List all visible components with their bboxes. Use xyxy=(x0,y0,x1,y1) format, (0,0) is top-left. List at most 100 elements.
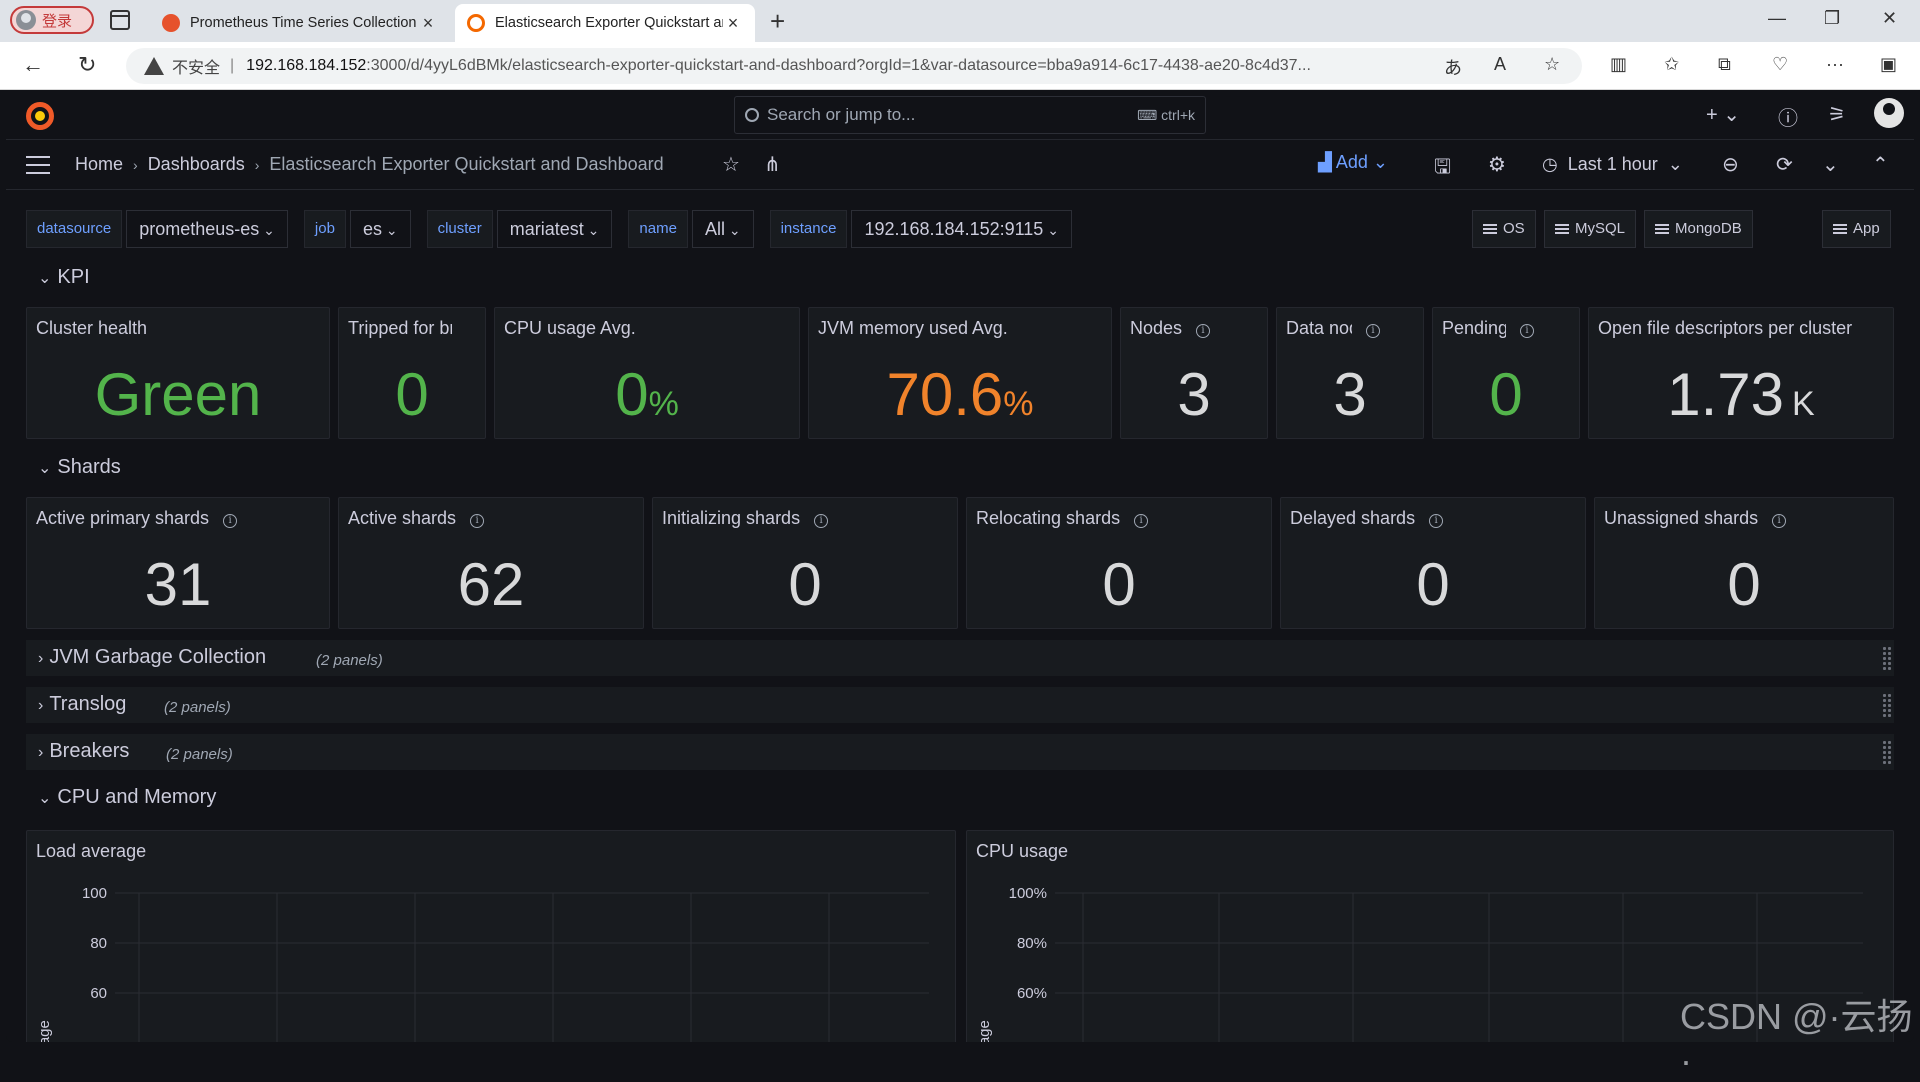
chevron-down-icon: ⌄ xyxy=(38,270,52,287)
info-icon[interactable]: i xyxy=(1772,514,1787,528)
settings-gear-icon[interactable]: ⚙ xyxy=(1488,152,1506,177)
help-icon[interactable]: ⓘ xyxy=(1778,102,1798,131)
favorite-star-icon[interactable]: ☆ xyxy=(1544,54,1560,75)
back-icon[interactable]: ← xyxy=(22,52,44,78)
dashboard-link-mongodb[interactable]: MongoDB xyxy=(1644,210,1753,248)
row-panel-count: (2 panels) xyxy=(166,746,233,763)
add-button[interactable]: ▟ Add ⌄ xyxy=(1318,152,1388,173)
save-icon[interactable]: 🖫 xyxy=(1434,152,1451,186)
variable-datasource-select[interactable]: prometheus-es xyxy=(126,210,288,248)
info-icon[interactable]: i xyxy=(470,514,485,528)
row-jvm-garbage-collection[interactable]: › JVM Garbage Collection (2 panels) xyxy=(26,640,1894,676)
stat-panel-nodes[interactable]: Nodes i 3 xyxy=(1120,307,1268,439)
browser-essentials-icon[interactable]: ♡ xyxy=(1772,54,1788,75)
drag-handle-icon[interactable] xyxy=(1882,646,1892,670)
row-header-kpi[interactable]: ⌄ KPI xyxy=(38,266,90,289)
collections-icon[interactable]: ⧉ xyxy=(1718,54,1731,75)
stat-panel-tripped-breakers[interactable]: Tripped for breakers 0 xyxy=(338,307,486,439)
collapse-chevron-up-icon[interactable]: ⌃ xyxy=(1872,152,1889,177)
dashboard-link-mysql[interactable]: MySQL xyxy=(1544,210,1637,248)
variable-job-select[interactable]: es xyxy=(349,210,411,248)
url-field[interactable]: 不安全 | 192.168.184.152 :3000/d/4yyL6dBMk/… xyxy=(126,48,1582,84)
variable-instance-select[interactable]: 192.168.184.152:9115 xyxy=(851,210,1072,248)
close-tab-icon[interactable]: × xyxy=(418,13,438,34)
drag-handle-icon[interactable] xyxy=(1882,693,1892,717)
close-tab-icon[interactable]: × xyxy=(723,13,743,34)
browser-tab-elasticsearch[interactable]: Elasticsearch Exporter Quickstart and Da… xyxy=(455,4,755,42)
search-icon xyxy=(745,108,759,122)
variable-name-select[interactable]: All xyxy=(691,210,754,248)
profile-label: 登录 xyxy=(42,12,73,30)
row-header-shards[interactable]: ⌄ Shards xyxy=(38,456,121,479)
row-header-cpu-memory[interactable]: ⌄ CPU and Memory xyxy=(38,786,216,809)
chart-panel-load-average[interactable]: Load average 100 80 60 usage xyxy=(26,830,956,1042)
stat-panel-active-shards[interactable]: Active shards i 62 xyxy=(338,497,644,629)
row-breakers[interactable]: › Breakers (2 panels) xyxy=(26,734,1894,770)
add-label: Add xyxy=(1335,152,1368,172)
panel-title: CPU usage Avg. xyxy=(504,318,636,338)
new-plus-icon[interactable]: + ⌄ xyxy=(1706,102,1740,127)
info-icon[interactable]: i xyxy=(1520,324,1534,338)
info-icon[interactable]: i xyxy=(1196,324,1211,338)
more-menu-icon[interactable]: ··· xyxy=(1826,54,1844,75)
stat-panel-jvm-memory[interactable]: JVM memory used Avg. 70.6% xyxy=(808,307,1112,439)
stat-panel-cluster-health[interactable]: Cluster health Green xyxy=(26,307,330,439)
share-icon[interactable]: ⋔ xyxy=(764,152,781,177)
info-icon[interactable]: i xyxy=(223,514,238,528)
browser-tab-prometheus[interactable]: Prometheus Time Series Collection × xyxy=(150,4,450,42)
info-icon[interactable]: i xyxy=(1366,324,1380,338)
grafana-logo-icon[interactable] xyxy=(26,102,54,130)
grafana-top-nav: Search or jump to... ⌨ ctrl+k + ⌄ ⓘ ⚞ xyxy=(6,90,1914,140)
stat-value: 0 xyxy=(1489,361,1523,428)
restore-icon[interactable]: ❐ xyxy=(1824,8,1840,29)
info-icon[interactable]: i xyxy=(1134,514,1149,528)
user-avatar[interactable] xyxy=(1874,98,1904,128)
time-picker-button[interactable]: ◷ Last 1 hour ⌄ xyxy=(1542,154,1683,175)
stat-panel-cpu-usage[interactable]: CPU usage Avg. 0% xyxy=(494,307,800,439)
variable-label: job xyxy=(303,210,346,248)
stat-panel-initializing-shards[interactable]: Initializing shards i 0 xyxy=(652,497,958,629)
stat-value: 3 xyxy=(1177,361,1211,428)
sidebar-toggle-icon[interactable]: ▣ xyxy=(1880,54,1897,75)
chevron-down-icon: ⌄ xyxy=(38,790,52,807)
zoom-out-icon[interactable]: ⊖ xyxy=(1722,152,1739,177)
split-screen-icon[interactable]: ▥ xyxy=(1610,54,1627,75)
stat-panel-pending-tasks[interactable]: Pending tasksi 0 xyxy=(1432,307,1580,439)
info-icon[interactable]: i xyxy=(1429,514,1444,528)
drag-handle-icon[interactable] xyxy=(1882,740,1892,764)
favorites-icon[interactable]: ✩ xyxy=(1664,54,1679,75)
refresh-interval-chevron-icon[interactable]: ⌄ xyxy=(1822,152,1839,177)
reload-icon[interactable]: ↻ xyxy=(78,52,96,78)
search-placeholder: Search or jump to... xyxy=(767,105,916,124)
stat-panel-unassigned-shards[interactable]: Unassigned shards i 0 xyxy=(1594,497,1894,629)
stat-panel-open-file-descriptors[interactable]: Open file descriptors per cluster 1.73 K xyxy=(1588,307,1894,439)
stat-panel-active-primary-shards[interactable]: Active primary shards i 31 xyxy=(26,497,330,629)
variable-cluster-select[interactable]: mariatest xyxy=(496,210,613,248)
stat-panel-data-nodes[interactable]: Data nodesi 3 xyxy=(1276,307,1424,439)
tab-actions-icon[interactable] xyxy=(110,10,130,30)
menu-icon[interactable] xyxy=(26,156,50,174)
breadcrumb-home[interactable]: Home xyxy=(75,154,123,175)
dashboard-link-app[interactable]: App xyxy=(1822,210,1891,248)
new-tab-icon[interactable]: + xyxy=(770,6,785,37)
breadcrumb-dashboards[interactable]: Dashboards xyxy=(148,154,245,175)
minimize-icon[interactable]: — xyxy=(1768,8,1786,29)
panel-title: JVM memory used Avg. xyxy=(818,318,1008,338)
stat-panel-relocating-shards[interactable]: Relocating shards i 0 xyxy=(966,497,1272,629)
panel-title: Nodes i xyxy=(1130,318,1211,339)
read-aloud-icon[interactable]: A xyxy=(1494,54,1506,75)
news-feed-icon[interactable]: ⚞ xyxy=(1828,102,1846,127)
close-window-icon[interactable]: ✕ xyxy=(1882,8,1897,29)
refresh-icon[interactable]: ⟳ xyxy=(1776,152,1793,177)
row-panel-count: (2 panels) xyxy=(316,652,383,669)
search-input[interactable]: Search or jump to... ⌨ ctrl+k xyxy=(734,96,1206,134)
stat-value: 0 xyxy=(1727,551,1761,618)
star-icon[interactable]: ☆ xyxy=(722,152,740,177)
row-translog[interactable]: › Translog (2 panels) xyxy=(26,687,1894,723)
dashboard-link-os[interactable]: OS xyxy=(1472,210,1536,248)
profile-button[interactable]: 登录 xyxy=(10,6,94,34)
chevron-right-icon: › xyxy=(38,744,44,761)
stat-panel-delayed-shards[interactable]: Delayed shards i 0 xyxy=(1280,497,1586,629)
info-icon[interactable]: i xyxy=(814,514,829,528)
translate-icon[interactable]: あ xyxy=(1444,54,1462,80)
